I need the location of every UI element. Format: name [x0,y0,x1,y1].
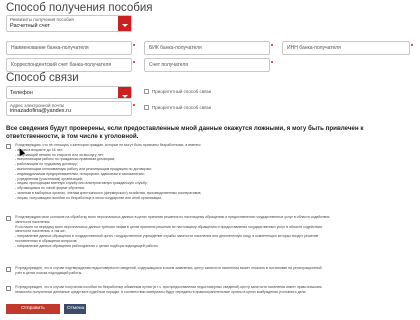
inn-field[interactable]: ИНН банка-получателя [282,41,410,55]
priority-contact-checkbox[interactable] [144,89,149,94]
required-marker [271,44,273,46]
payment-method-caption: Реквизиты получения пособия [10,17,74,22]
legal-warning: Все сведения будут проверены, если предо… [6,125,364,140]
consent-2-checkbox[interactable] [6,216,11,221]
payment-section-title: Способ получения пособия [6,2,153,14]
consent-4-line: незаконно полученные денежные средства в… [15,289,306,294]
contact-method-value: Телефон [10,90,33,96]
contact-method-select[interactable]: Телефон [6,86,132,99]
payment-method-value: Расчетный счет [10,23,51,29]
priority-email-checkbox[interactable] [144,105,149,110]
required-marker [133,44,135,46]
consent-3-line: учет в целях поиска подходящей работы. [15,270,83,275]
payment-method-select[interactable]: Реквизиты получения пособия Расчетный сч… [6,15,132,32]
consent-4-checkbox[interactable] [6,286,11,291]
corr-account-placeholder: Корреспондентский счет банка-получателя [11,62,112,68]
email-value: irinazadofina@yandex.ru [10,108,71,114]
priority-email-label: Приоритетный способ связи [152,105,212,110]
consent-3-checkbox[interactable] [6,267,11,272]
contact-section-title: Способ связи [6,72,79,84]
consent-1-checkbox[interactable] [6,144,11,149]
cancel-button[interactable]: Отмена [64,304,86,314]
consent-1-line: - лицам, получающим пособие по безработи… [15,195,163,200]
priority-contact-label: Приоритетный способ связи [152,89,212,94]
bank-name-field[interactable]: Наименование банка-получателя [6,41,132,55]
required-marker [133,61,135,63]
bik-field[interactable]: БИК банка-получателя [144,41,270,55]
required-marker [411,44,413,46]
chevron-down-icon[interactable] [118,87,131,98]
corr-account-field[interactable]: Корреспондентский счет банка-получателя [6,58,132,72]
bank-name-placeholder: Наименование банка-получателя [11,45,89,51]
inn-placeholder: ИНН банка-получателя [287,45,341,51]
bik-placeholder: БИК банка-получателя [149,45,202,51]
chevron-down-icon[interactable] [118,16,131,31]
consent-2-line: - направление данных обращения работодат… [15,243,159,248]
email-field[interactable]: Адрес электронной почты irinazadofina@ya… [6,101,132,116]
recipient-account-field[interactable]: Счет получателя [144,58,270,72]
required-marker [271,61,273,63]
submit-button[interactable]: Отправить заявление [6,304,60,320]
recipient-account-placeholder: Счет получателя [149,62,188,68]
required-marker [133,104,135,106]
